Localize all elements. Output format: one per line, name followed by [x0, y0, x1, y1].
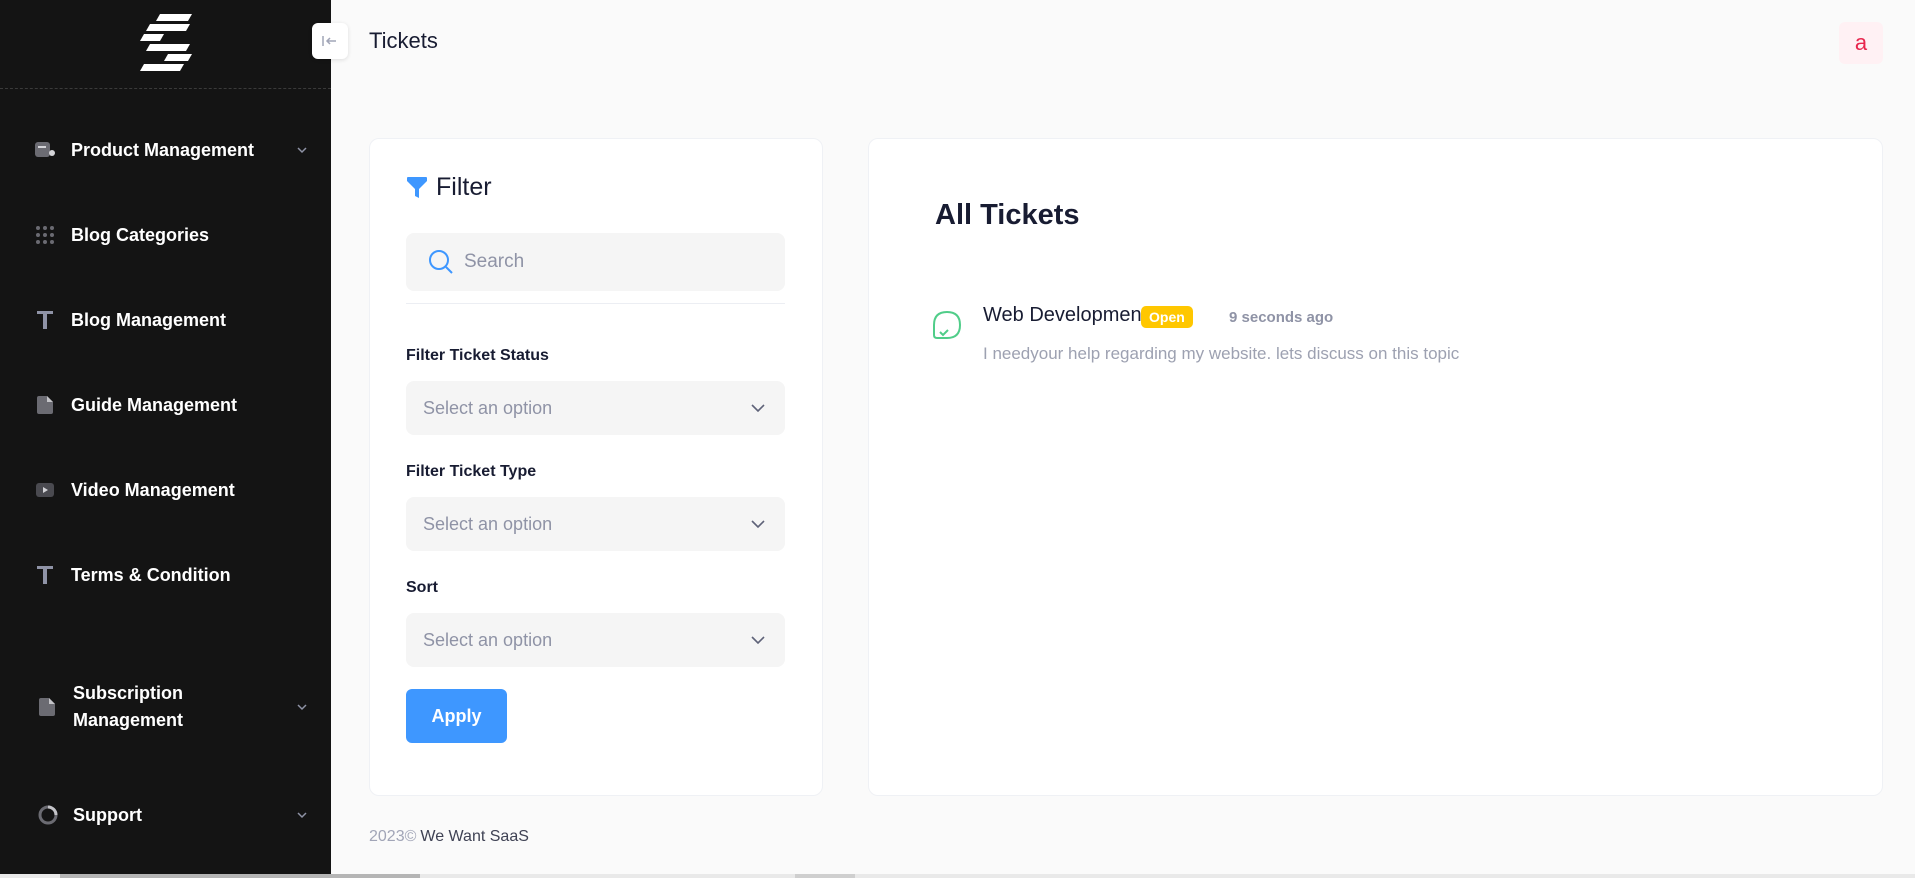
- chevron-down-icon: [751, 520, 765, 529]
- chevron-down-icon: [751, 636, 765, 645]
- search-icon: [429, 250, 453, 274]
- sidebar-toggle-button[interactable]: [312, 23, 348, 59]
- sidebar-item-label: Blog Management: [71, 309, 227, 330]
- ticket-title[interactable]: Web Development: [983, 304, 1147, 327]
- text-icon: [34, 564, 56, 586]
- horizontal-scrollbar[interactable]: [0, 874, 1915, 878]
- apply-button[interactable]: Apply: [406, 689, 507, 743]
- sidebar-item-label: Guide Management: [71, 394, 238, 415]
- scrollbar-thumb[interactable]: [60, 874, 420, 878]
- select-value: Select an option: [423, 397, 553, 418]
- sidebar-item-video-management[interactable]: Video Management: [0, 466, 331, 514]
- sidebar-item-blog-management[interactable]: Blog Management: [0, 296, 331, 344]
- sidebar-item-product-management[interactable]: Product Management: [0, 126, 331, 174]
- sidebar-item-label: Support: [73, 804, 142, 825]
- sort-label: Sort: [406, 579, 438, 596]
- scrollbar-segment: [795, 874, 855, 878]
- divider: [406, 303, 785, 304]
- logo[interactable]: [0, 0, 331, 89]
- page-title: Tickets: [369, 28, 438, 53]
- video-icon: [34, 479, 56, 501]
- product-icon: [34, 139, 56, 161]
- ticket-timestamp: 9 seconds ago: [1229, 309, 1334, 326]
- filter-card: Filter Filter Ticket Status Select an op…: [369, 138, 823, 796]
- status-filter-label: Filter Ticket Status: [406, 347, 549, 364]
- logo-icon: [139, 14, 192, 71]
- sidebar-item-label: Subscription Management: [73, 683, 184, 730]
- filter-title: Filter: [436, 173, 492, 201]
- support-icon: [37, 804, 59, 826]
- chevron-down-icon: [751, 404, 765, 413]
- status-badge: Open: [1141, 306, 1193, 328]
- sidebar-item-label: Blog Categories: [71, 224, 210, 245]
- ticket-description: I needyour help regarding my website. le…: [983, 344, 1460, 363]
- footer: 2023© We Want SaaS: [369, 828, 529, 846]
- sidebar-item-terms-condition[interactable]: Terms & Condition: [0, 551, 331, 599]
- document-icon: [34, 394, 56, 416]
- type-filter-select[interactable]: Select an option: [406, 497, 785, 551]
- sort-select[interactable]: Select an option: [406, 613, 785, 667]
- sidebar-item-label: Terms & Condition: [71, 564, 231, 585]
- chevron-down-icon: [297, 812, 307, 819]
- sidebar-item-label: Video Management: [71, 479, 235, 500]
- search-input[interactable]: [464, 251, 764, 273]
- grid-dots-icon: [34, 224, 56, 246]
- select-value: Select an option: [423, 513, 553, 534]
- tickets-card: All Tickets Web Development Open 9 secon…: [868, 138, 1883, 796]
- footer-year: 2023©: [369, 828, 417, 845]
- chat-check-icon: [933, 310, 962, 339]
- footer-brand-link[interactable]: We Want SaaS: [420, 828, 529, 845]
- sidebar-item-support[interactable]: Support: [0, 791, 331, 839]
- type-filter-label: Filter Ticket Type: [406, 463, 537, 480]
- document-icon: [36, 696, 58, 718]
- funnel-icon: [407, 176, 427, 198]
- collapse-arrow-icon: [322, 36, 336, 46]
- select-value: Select an option: [423, 629, 553, 650]
- search-box: [406, 233, 785, 291]
- sidebar: Product Management Blog Categories Blog …: [0, 0, 331, 878]
- sidebar-item-guide-management[interactable]: Guide Management: [0, 381, 331, 429]
- sidebar-item-blog-categories[interactable]: Blog Categories: [0, 211, 331, 259]
- avatar[interactable]: a: [1839, 22, 1883, 64]
- sidebar-item-subscription-management[interactable]: Subscription Management: [0, 679, 331, 735]
- ticket-item[interactable]: Web Development Open 9 seconds ago I nee…: [931, 304, 1831, 374]
- status-filter-select[interactable]: Select an option: [406, 381, 785, 435]
- tickets-title: All Tickets: [935, 199, 1080, 231]
- text-icon: [34, 309, 56, 331]
- filter-heading: Filter: [406, 173, 492, 202]
- chevron-down-icon: [297, 147, 307, 154]
- chevron-down-icon: [297, 704, 307, 711]
- sidebar-item-label: Product Management: [71, 139, 255, 160]
